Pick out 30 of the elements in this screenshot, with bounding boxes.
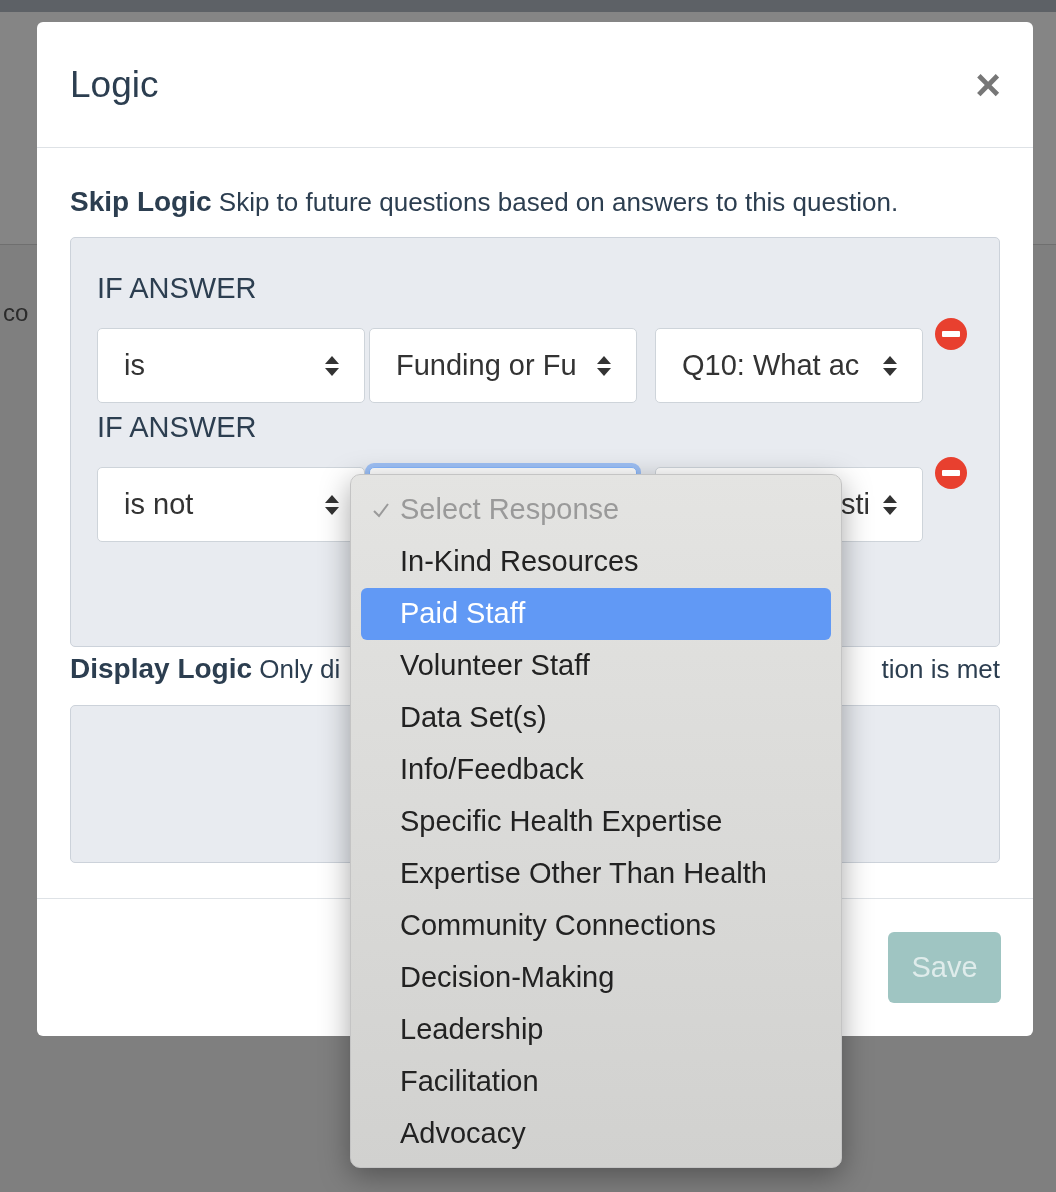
sort-caret-icon <box>324 493 340 516</box>
dropdown-option[interactable]: Info/Feedback <box>361 744 831 796</box>
sort-caret-icon <box>882 493 898 516</box>
dropdown-option[interactable]: Decision-Making <box>361 952 831 1004</box>
section-description: tion is met <box>881 653 1000 685</box>
sort-caret-icon <box>882 354 898 377</box>
dropdown-option[interactable]: Leadership <box>361 1004 831 1056</box>
dropdown-option[interactable]: Facilitation <box>361 1056 831 1108</box>
dropdown-option[interactable]: Specific Health Expertise <box>361 796 831 848</box>
dropdown-option[interactable]: Data Set(s) <box>361 692 831 744</box>
background-text: co <box>3 298 29 328</box>
select-field[interactable]: is not <box>97 467 365 542</box>
sort-caret-icon <box>324 354 340 377</box>
dropdown-option[interactable]: Expertise Other Than Health <box>361 848 831 900</box>
select-field[interactable]: is <box>97 328 365 403</box>
dropdown-option[interactable]: Community Connections <box>361 900 831 952</box>
rule-label: IF ANSWER <box>97 410 258 445</box>
sort-caret-icon <box>596 354 612 377</box>
dropdown-option[interactable]: Advocacy <box>361 1108 831 1160</box>
section-description: Skip Logic Skip to future questions based on answers to this question. <box>70 186 900 218</box>
rule-label: IF ANSWER <box>97 271 258 306</box>
select-field[interactable]: Funding or Fu <box>369 328 637 403</box>
checkmark-icon <box>371 501 390 519</box>
dropdown-option[interactable]: Volunteer Staff <box>361 640 831 692</box>
remove-icon[interactable] <box>935 457 967 489</box>
close-button[interactable]: × <box>975 62 1001 107</box>
section-description: Display Logic Only di <box>70 653 341 685</box>
remove-icon[interactable] <box>935 318 967 350</box>
select-field[interactable]: Q10: What ac <box>655 328 923 403</box>
modal-title: Logic <box>70 62 159 107</box>
